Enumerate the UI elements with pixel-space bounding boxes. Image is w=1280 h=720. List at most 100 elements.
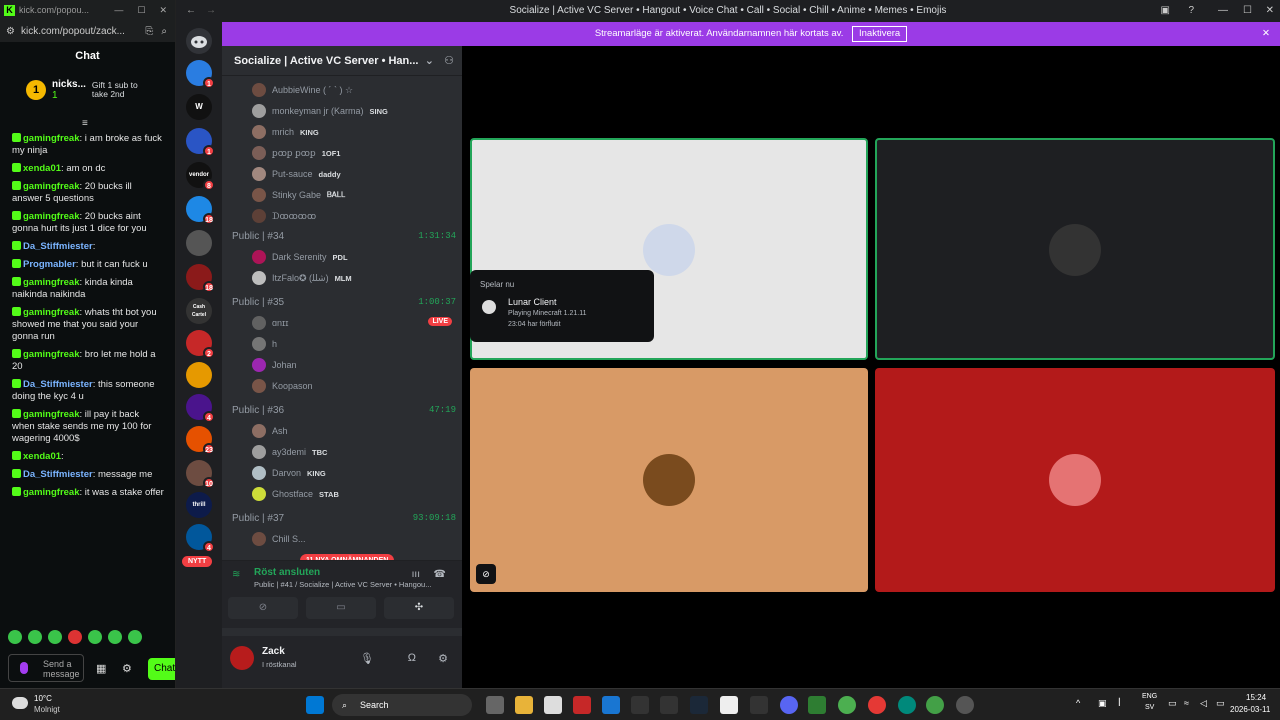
chevron-down-icon[interactable]: ⌄	[425, 46, 434, 76]
file-explorer-icon[interactable]	[515, 696, 533, 714]
voice-channel-name[interactable]: Public | #35	[232, 297, 284, 308]
chat-username[interactable]: gamingfreak	[23, 307, 80, 318]
start-icon[interactable]	[306, 696, 324, 714]
server-icon[interactable]: vendor 8	[186, 162, 215, 191]
chat-username[interactable]: gamingfreak	[23, 133, 80, 144]
tray-icon[interactable]: ▣	[1098, 698, 1107, 709]
voice-member[interactable]: ꝑꝏꝑ ꝑꝏꝑ 1OF1	[252, 143, 452, 163]
server-icon[interactable]: Cash Cartel	[186, 298, 212, 324]
site-settings-icon[interactable]: ⚙	[6, 26, 15, 37]
user-settings-icon[interactable]: ⚙	[438, 652, 448, 665]
server-icon[interactable]	[186, 230, 212, 256]
voice-channel-link[interactable]: Public | #41 / Socialize | Active VC Ser…	[254, 580, 431, 589]
back-icon[interactable]: ←	[186, 0, 196, 22]
video-tile[interactable]	[875, 138, 1275, 360]
chat-username[interactable]: gamingfreak	[23, 487, 80, 498]
lang-2[interactable]: SV	[1145, 704, 1154, 711]
banner-close-icon[interactable]: ✕	[1262, 22, 1270, 46]
voice-channel-name[interactable]: Public | #34	[232, 231, 284, 242]
app-icon[interactable]	[573, 696, 591, 714]
voice-member[interactable]: ay3demi TBC	[252, 442, 452, 462]
help-icon[interactable]: ?	[1188, 0, 1194, 22]
voice-member[interactable]: Put-sauce daddy	[252, 164, 452, 184]
forward-icon[interactable]: →	[206, 0, 216, 22]
volume-icon[interactable]: ◁	[1200, 698, 1207, 709]
voice-member[interactable]: Johan	[252, 355, 452, 375]
voice-channel-name[interactable]: Public | #37	[232, 513, 284, 524]
voice-channel[interactable]: Public | #36 47:19	[232, 405, 456, 416]
chat-username[interactable]: xenda01	[23, 163, 61, 174]
minimize-icon[interactable]: —	[1218, 0, 1228, 22]
voice-channel[interactable]: Public | #34 1:31:34	[232, 231, 456, 242]
voice-member[interactable]: Darvon KING	[252, 463, 452, 483]
maximize-icon[interactable]: ☐	[137, 5, 145, 16]
search-box[interactable]: ⌕ Search	[332, 694, 472, 716]
voice-member[interactable]: AubbieWine ( ´ ` ) ☆	[252, 80, 452, 100]
zoom-icon[interactable]: ⌕	[161, 26, 167, 37]
store-icon[interactable]: ▦	[96, 662, 106, 675]
emote-icon[interactable]	[68, 630, 82, 644]
server-icon[interactable]: 4	[186, 524, 215, 553]
chevron-up-icon[interactable]: ^	[1076, 698, 1080, 708]
chat-username[interactable]: Progmabler	[23, 259, 76, 270]
server-icon[interactable]: 1	[186, 60, 215, 89]
headphones-icon[interactable]: Ω	[408, 652, 416, 664]
voice-channel[interactable]: Public | #35 1:00:37	[232, 297, 456, 308]
chat-username[interactable]: Da_Stiffmiester	[23, 379, 93, 390]
voice-member[interactable]: Stinky Gabe ᏴᎪᏞᏞ	[252, 185, 452, 205]
chat-send-button[interactable]: Chat	[148, 658, 175, 680]
screen-share-button[interactable]: ▭	[306, 597, 376, 619]
server-icon[interactable]: 18	[186, 264, 215, 293]
clock-date[interactable]: 2026-03-11	[1230, 705, 1270, 714]
emote-icon[interactable]	[28, 630, 42, 644]
voice-member[interactable]: Chill S...	[252, 529, 452, 549]
kick-urlbar[interactable]: ⚙ kick.com/popout/zack... ⎘ ⌕	[0, 20, 175, 42]
leaderboard-pinned[interactable]: 1 nicks... 1 Gift 1 sub to take 2nd	[0, 70, 175, 110]
app-icon[interactable]	[720, 696, 738, 714]
battery-icon[interactable]: ▭	[1216, 698, 1225, 709]
add-member-icon[interactable]: ⚇	[444, 46, 454, 76]
close-icon[interactable]: ✕	[1266, 0, 1274, 22]
chat-username[interactable]: gamingfreak	[23, 409, 80, 420]
chat-username[interactable]: Da_Stiffmiester	[23, 241, 93, 252]
server-icon[interactable]: 4	[186, 394, 215, 423]
chat-username[interactable]: gamingfreak	[23, 211, 80, 222]
chrome-icon[interactable]	[926, 696, 944, 714]
voice-member[interactable]: ɑnɪɪ	[252, 313, 452, 333]
outlook-icon[interactable]	[602, 696, 620, 714]
chrome-icon[interactable]	[838, 696, 856, 714]
chat-username[interactable]: xenda01	[23, 451, 61, 462]
server-name[interactable]: Socialize | Active VC Server • Han...	[234, 55, 418, 67]
server-icon[interactable]: W	[186, 94, 212, 120]
lang-1[interactable]: ENG	[1142, 693, 1157, 700]
task-view-icon[interactable]	[486, 696, 504, 714]
monitor-icon[interactable]: ▭	[1168, 698, 1177, 709]
server-icon[interactable]: 18	[186, 196, 215, 225]
voice-member[interactable]: h	[252, 334, 452, 354]
server-icon[interactable]: thrill	[186, 492, 212, 518]
emote-icon[interactable]	[8, 630, 22, 644]
voice-member[interactable]: Koopason	[252, 376, 452, 396]
video-tile[interactable]: ⊘	[470, 368, 868, 592]
gift-text[interactable]: Gift 1 sub to take 2nd	[92, 81, 140, 99]
app-icon[interactable]	[660, 696, 678, 714]
mic-icon[interactable]	[20, 662, 28, 674]
emote-icon[interactable]	[48, 630, 62, 644]
voice-member[interactable]: Ash	[252, 421, 452, 441]
steam-icon[interactable]	[690, 696, 708, 714]
voice-member[interactable]: monkeyman jr (Karma) SING	[252, 101, 452, 121]
weather-icon[interactable]	[12, 697, 28, 709]
voice-member[interactable]: ItzFalo✪ (ﺷﻠﻠ) MLM	[252, 268, 452, 288]
app-icon[interactable]	[868, 696, 886, 714]
app-icon[interactable]	[898, 696, 916, 714]
emote-icon[interactable]	[108, 630, 122, 644]
noise-suppression-icon[interactable]: ııı	[412, 569, 420, 580]
close-icon[interactable]: ✕	[159, 5, 167, 16]
server-icon[interactable]	[186, 362, 212, 388]
activities-button[interactable]: ✣	[384, 597, 454, 619]
voice-channel[interactable]: Public | #37 93:09:18	[232, 513, 456, 524]
video-tile[interactable]	[875, 368, 1275, 592]
voice-channel-name[interactable]: Public | #36	[232, 405, 284, 416]
avatar[interactable]	[230, 646, 254, 670]
minimize-icon[interactable]: —	[114, 5, 123, 16]
